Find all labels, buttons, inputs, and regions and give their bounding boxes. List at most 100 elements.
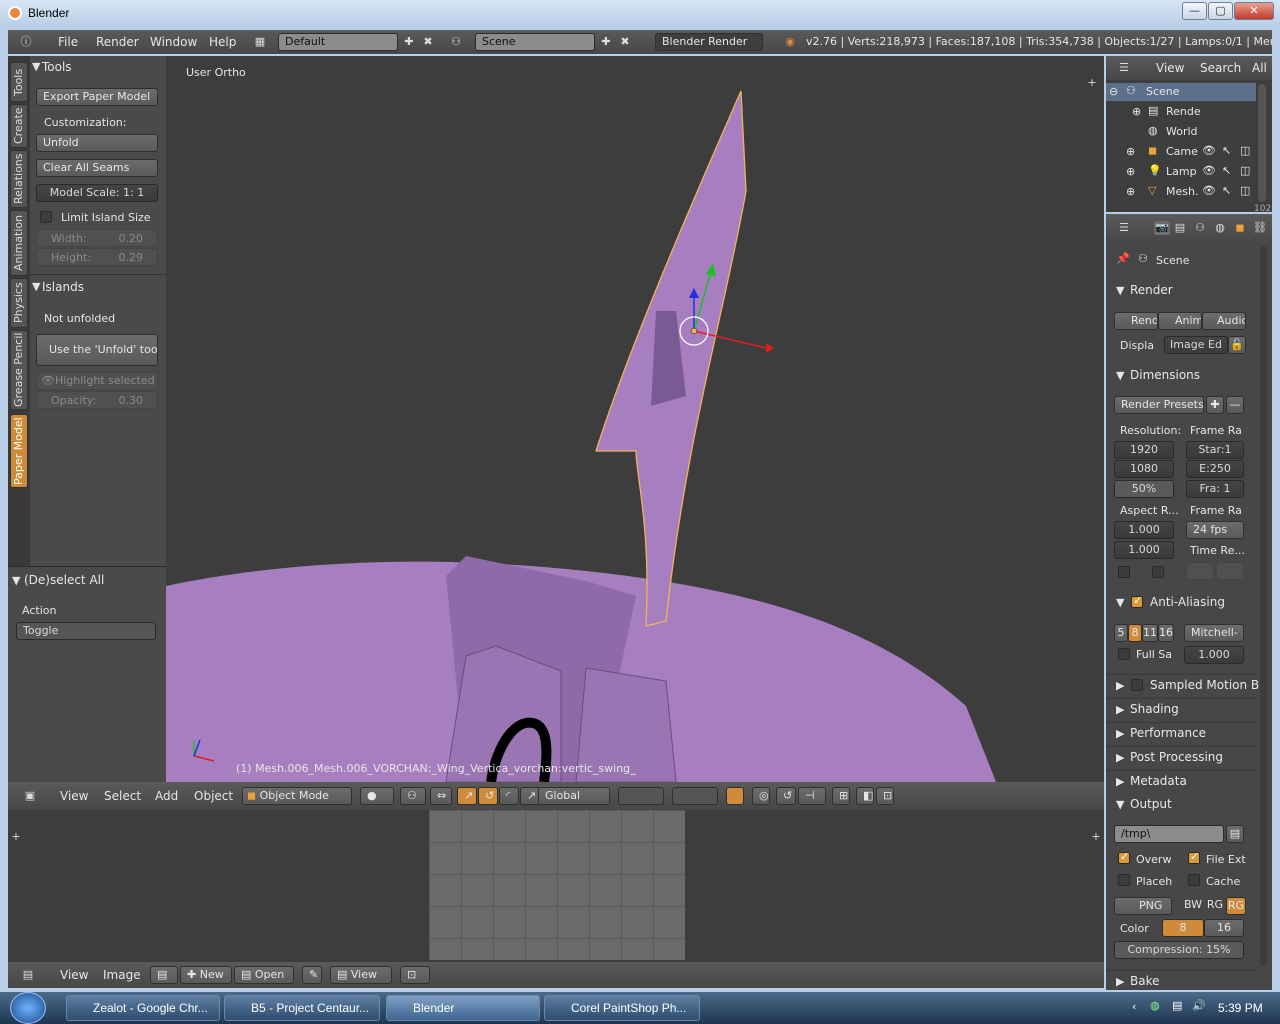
aa-samples-5[interactable]: 5 [1114, 624, 1128, 642]
color-depth-16-button[interactable]: 16 [1204, 919, 1244, 937]
tab-tools[interactable]: Tools [10, 62, 28, 102]
outliner-row-lamp[interactable]: ⊕ 💡 Lamp 👁 ↖ ◫ [1106, 163, 1256, 181]
screen-layout-icon[interactable]: ▦ [252, 35, 268, 49]
translate-toggle[interactable]: ↗ [457, 787, 477, 805]
tab-create[interactable]: Create [10, 104, 28, 148]
outliner-row-world[interactable]: ◍ World [1106, 123, 1256, 141]
output-path-field[interactable]: /tmp\ [1114, 825, 1224, 843]
aa-collapse-icon[interactable]: ▼ [1116, 596, 1124, 609]
mode-select[interactable]: ◼ Object Mode [242, 787, 352, 805]
menu-view[interactable]: View [60, 789, 88, 803]
snap-toggle[interactable]: ↺ [776, 787, 796, 805]
pin-image-button[interactable]: ✎ [302, 966, 322, 984]
overwrite-checkbox[interactable] [1118, 850, 1130, 864]
image-browse-button[interactable]: ▤ [150, 966, 178, 984]
render-camera-icon[interactable]: ◫ [1240, 184, 1250, 197]
outliner-row-scene[interactable]: ⊖ ⚇ Scene [1106, 83, 1256, 101]
select-arrow-icon[interactable]: ↖ [1222, 164, 1231, 177]
placeholders-checkbox[interactable] [1118, 874, 1130, 886]
resolution-y-field[interactable]: 1080 [1114, 460, 1174, 478]
use-unfold-tool-button[interactable]: Use the 'Unfold' tool [36, 334, 158, 366]
compression-slider[interactable]: Compression: 15% [1114, 941, 1244, 959]
rotate-toggle[interactable]: ↺ [478, 787, 498, 805]
info-editor-icon[interactable]: ⓘ [18, 35, 34, 49]
scene-context-icon[interactable]: ⚇ [1192, 221, 1208, 235]
file-format-select[interactable]: PNG [1114, 897, 1172, 915]
remove-layout-icon[interactable]: ✖ [420, 35, 436, 49]
pivot-select[interactable]: ⚇ [400, 787, 426, 805]
file-extensions-checkbox[interactable] [1188, 850, 1200, 864]
cache-result-checkbox[interactable] [1188, 874, 1200, 886]
editor-split-icon-right[interactable]: + [1088, 830, 1104, 844]
frame-step-field[interactable]: Fra: 1 [1186, 480, 1244, 498]
scale-toggle[interactable]: ◜ [499, 787, 519, 805]
tools-panel-title[interactable]: Tools [42, 60, 72, 74]
model-scale-field[interactable]: Model Scale: 1: 1 [36, 184, 158, 202]
scene-selector-icon[interactable]: ⚇ [448, 35, 464, 49]
outliner-scrollbar[interactable] [1258, 84, 1266, 202]
image-editor-type-icon[interactable]: ▤ [20, 968, 36, 982]
add-layout-icon[interactable]: ✚ [401, 35, 417, 49]
resolution-percent-field[interactable]: 50% [1114, 480, 1174, 498]
scene-field[interactable]: Scene [475, 33, 595, 51]
editor-type-icon[interactable]: ▣ [22, 789, 38, 803]
taskbar-item-chrome-zealot[interactable]: Zealot - Google Chr... [66, 995, 220, 1021]
render-camera-icon[interactable]: ◫ [1240, 164, 1250, 177]
aa-samples-16[interactable]: 16 [1158, 624, 1174, 642]
outliner-view-menu[interactable]: View [1156, 61, 1184, 75]
islands-collapse-icon[interactable]: ▼ [32, 280, 40, 293]
expand-icon[interactable]: ⊕ [1126, 145, 1135, 158]
menu-window[interactable]: Window [150, 35, 197, 49]
tab-physics[interactable]: Physics [10, 278, 28, 328]
frame-rate-select[interactable]: 24 fps [1186, 521, 1244, 539]
aa-samples-11[interactable]: 11 [1142, 624, 1158, 642]
outliner-row-mesh[interactable]: ⊕ ▽ Mesh. 👁 ↖ ◫ [1106, 183, 1256, 201]
select-arrow-icon[interactable]: ↖ [1222, 144, 1231, 157]
menu-render[interactable]: Render [96, 35, 139, 49]
menu-add[interactable]: Add [155, 789, 178, 803]
tray-volume-icon[interactable]: 🔊 [1192, 999, 1206, 1012]
render-layers-context-icon[interactable]: ▤ [1172, 221, 1188, 235]
render-collapse-icon[interactable]: ▼ [1116, 284, 1124, 297]
tab-animation[interactable]: Animation [10, 210, 28, 276]
audio-button[interactable]: Audio [1202, 312, 1246, 330]
close-button[interactable]: ✕ [1234, 2, 1274, 20]
output-browse-button[interactable]: ▤ [1226, 825, 1244, 843]
color-depth-8-button[interactable]: 8 [1162, 919, 1204, 937]
animation-button[interactable]: Anim [1158, 312, 1202, 330]
image-menu-image[interactable]: Image [103, 968, 141, 982]
opacity-field[interactable]: Opacity: 0.30 [36, 391, 158, 409]
tab-grease-pencil[interactable]: Grease Pencil [10, 330, 28, 410]
image-editor[interactable]: + + [8, 810, 1104, 962]
editor-split-icon-left[interactable]: + [8, 830, 24, 844]
section-performance[interactable]: ▶ Performance [1106, 722, 1256, 744]
operator-collapse-icon[interactable]: ▼ [12, 574, 20, 587]
section-post-processing[interactable]: ▶ Post Processing [1106, 746, 1256, 768]
image-pivot-select[interactable]: ⊡ [400, 966, 430, 984]
frame-end-field[interactable]: E:250 [1186, 460, 1244, 478]
visibility-eye-icon[interactable]: 👁 [1202, 164, 1216, 177]
render-anim-button[interactable]: ◧ [856, 787, 874, 805]
section-bake[interactable]: ▶ Bake [1106, 970, 1256, 990]
outliner-row-camera[interactable]: ⊕ ◼ Came 👁 ↖ ◫ [1106, 143, 1256, 161]
outliner-editor-icon[interactable]: ☰ [1116, 61, 1132, 75]
constraints-context-icon[interactable]: ⛓ [1252, 221, 1268, 235]
filter-size-field[interactable]: 1.000 [1184, 646, 1244, 664]
section-shading[interactable]: ▶ Shading [1106, 698, 1256, 720]
dimensions-panel-title[interactable]: Dimensions [1130, 368, 1200, 382]
motion-blur-checkbox[interactable] [1131, 679, 1143, 691]
render-panel-title[interactable]: Render [1130, 283, 1173, 297]
expand-icon[interactable]: ⊕ [1126, 165, 1135, 178]
remove-preset-button[interactable]: — [1226, 396, 1244, 414]
outliner-row-render[interactable]: ⊕ ▤ Rende [1106, 103, 1256, 121]
unfold-button[interactable]: Unfold [36, 134, 158, 152]
aa-samples-8[interactable]: 8 [1128, 624, 1142, 642]
3d-viewport[interactable]: User Ortho (1) Mesh.006_Mesh.006_VORCHAN… [166, 56, 1104, 782]
transform-mode-toggle[interactable]: ↗ [520, 787, 540, 805]
color-bw-button[interactable]: BW [1182, 897, 1204, 915]
add-preset-button[interactable]: ✚ [1206, 396, 1224, 414]
border-checkbox[interactable] [1118, 566, 1130, 578]
new-image-button[interactable]: ✚ New [180, 966, 232, 984]
layer-buttons-a[interactable] [618, 787, 664, 805]
taskbar-item-chrome-b5[interactable]: B5 - Project Centaur... [224, 995, 380, 1021]
